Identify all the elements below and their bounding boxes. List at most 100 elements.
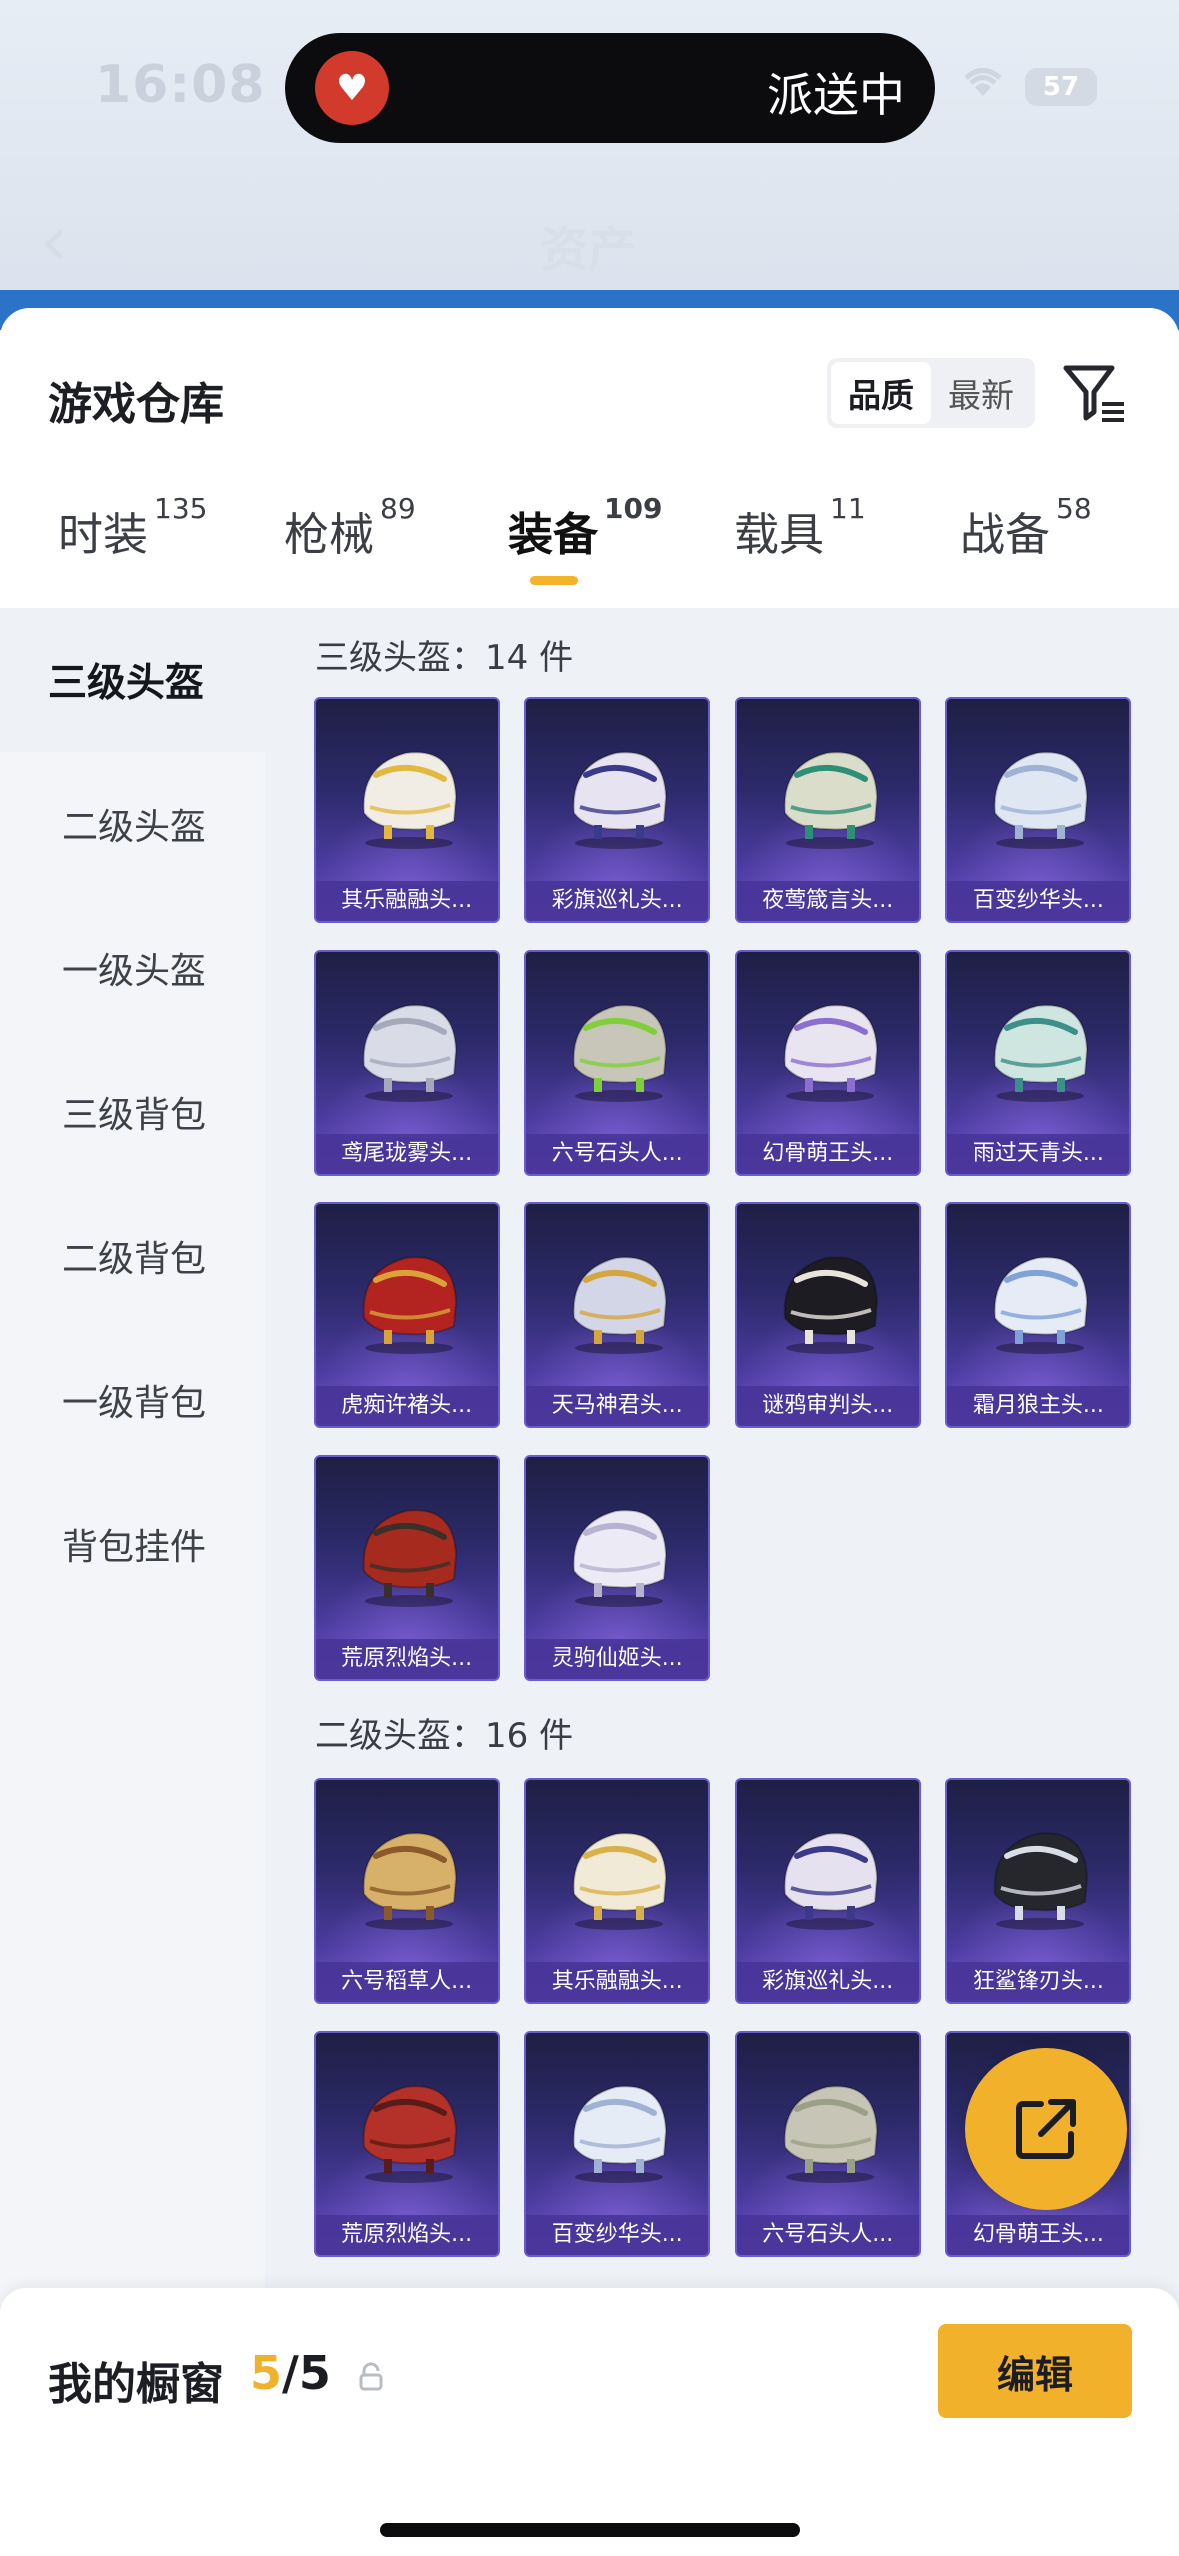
item-tile[interactable]: 六号石头人...	[524, 949, 711, 1176]
tab-label: 时装	[58, 508, 149, 561]
helmet-icon	[572, 1509, 668, 1608]
helmet-icon	[572, 1832, 668, 1930]
item-tile[interactable]: 荒原烈焰头...	[313, 2030, 500, 2257]
helmet-icon	[994, 751, 1089, 849]
item-tile[interactable]: 六号石头人...	[734, 2030, 921, 2257]
item-name: 虎痴许褚头...	[315, 1386, 498, 1427]
item-tile[interactable]: 其乐融融头...	[313, 697, 500, 923]
edit-button[interactable]: 编辑	[938, 2324, 1132, 2418]
helmet-icon	[994, 1832, 1089, 1930]
item-name: 谜鸦审判头...	[736, 1386, 919, 1427]
item-name: 六号石头人...	[526, 1133, 709, 1174]
tab-count: 11	[830, 492, 866, 525]
item-tile[interactable]: 百变纱华头...	[945, 697, 1132, 923]
item-name: 鸢尾珑雾头...	[315, 1133, 498, 1174]
item-tile[interactable]: 灵驹仙姬头...	[524, 1455, 711, 1682]
sort-quality-option[interactable]: 品质	[831, 362, 931, 424]
delivery-app-icon: ♥	[315, 51, 389, 125]
showcase-total: /5	[282, 2346, 331, 2400]
share-icon	[1016, 2099, 1076, 2159]
showcase-label: 我的橱窗	[48, 2359, 224, 2410]
helmet-icon	[994, 1004, 1089, 1102]
item-name: 幻骨萌王头...	[947, 2214, 1130, 2255]
sidebar-item-backpack-lv2[interactable]: 二级背包	[0, 1184, 265, 1328]
helmet-icon	[362, 2085, 457, 2183]
item-tile[interactable]: 荒原烈焰头...	[313, 1455, 500, 1682]
item-name: 狂鲨锋刃头...	[947, 1962, 1130, 2002]
tab-equipment[interactable]: 装备 109	[508, 492, 662, 585]
tab-label: 战备	[960, 508, 1051, 561]
sidebar-item-helmet-lv3[interactable]: 三级头盔	[0, 608, 265, 752]
sidebar-item-helmet-lv1[interactable]: 一级头盔	[0, 896, 265, 1040]
group-title-helmet-lv2: 二级头盔：16 件	[315, 1716, 574, 1756]
helmet-icon	[572, 1256, 668, 1355]
helmet-icon	[362, 1256, 457, 1355]
home-indicator	[380, 2523, 800, 2537]
item-tile[interactable]: 其乐融融头...	[524, 1778, 711, 2004]
helmet-icon	[362, 1004, 457, 1102]
tab-count: 109	[604, 492, 663, 525]
item-tile[interactable]: 天马神君头...	[524, 1202, 711, 1429]
item-name: 荒原烈焰头...	[315, 2214, 498, 2255]
item-tile[interactable]: 鸢尾珑雾头...	[313, 949, 500, 1176]
tab-count: 89	[380, 492, 416, 525]
sidebar-item-backpack-lv1[interactable]: 一级背包	[0, 1328, 265, 1472]
item-name: 彩旗巡礼头...	[736, 1962, 919, 2002]
item-name: 百变纱华头...	[526, 2214, 709, 2255]
helmet-icon	[994, 1256, 1089, 1355]
helmet-icon	[362, 1832, 457, 1930]
nav-title: 资产	[540, 222, 637, 278]
back-arrow-icon[interactable]: ‹	[40, 200, 68, 282]
tab-guns[interactable]: 枪械 89	[284, 492, 416, 563]
group-title-helmet-lv3: 三级头盔：14 件	[315, 638, 574, 678]
tab-vehicles[interactable]: 载具 11	[734, 492, 866, 563]
item-tile[interactable]: 六号稻草人...	[313, 1778, 500, 2004]
sidebar-item-backpack-charm[interactable]: 背包挂件	[0, 1472, 265, 1616]
item-name: 其乐融融头...	[315, 881, 498, 921]
item-tile[interactable]: 幻骨萌王头...	[734, 949, 921, 1176]
item-tile[interactable]: 彩旗巡礼头...	[524, 697, 711, 923]
filter-icon[interactable]	[1062, 360, 1128, 426]
lock-icon	[359, 2362, 383, 2391]
item-name: 六号石头人...	[736, 2214, 919, 2255]
showcase-bar: 我的橱窗 5/5 编辑	[0, 2288, 1179, 2556]
item-tile[interactable]: 雨过天青头...	[945, 949, 1132, 1176]
tab-count: 58	[1056, 492, 1092, 525]
warehouse-card: 游戏仓库 品质 最新 时装 135 枪械 89 装备 109 载具 11 战备 58 三级…	[0, 308, 1179, 2556]
item-tile[interactable]: 谜鸦审判头...	[734, 1202, 921, 1429]
item-name: 夜莺箴言头...	[736, 881, 919, 921]
tab-count: 135	[154, 492, 208, 525]
item-tile[interactable]: 霜月狼主头...	[945, 1202, 1132, 1429]
sidebar-item-helmet-lv2[interactable]: 二级头盔	[0, 752, 265, 896]
tab-fashion[interactable]: 时装 135	[58, 492, 207, 563]
item-tile[interactable]: 虎痴许褚头...	[313, 1202, 500, 1429]
helmet-icon	[783, 1832, 878, 1930]
helmet-icon	[783, 1004, 878, 1102]
wifi-icon	[960, 62, 1006, 108]
item-tile[interactable]: 夜莺箴言头...	[734, 697, 921, 923]
helmet-icon	[362, 1509, 457, 1608]
item-name: 其乐融融头...	[526, 1962, 709, 2002]
tab-supplies[interactable]: 战备 58	[960, 492, 1092, 563]
dynamic-island[interactable]: ♥ 派送中	[285, 33, 935, 143]
item-tile[interactable]: 彩旗巡礼头...	[734, 1778, 921, 2004]
item-name: 霜月狼主头...	[947, 1386, 1130, 1427]
item-tile[interactable]: 百变纱华头...	[524, 2030, 711, 2257]
item-name: 灵驹仙姬头...	[526, 1639, 709, 1680]
tab-label: 枪械	[284, 508, 375, 561]
item-name: 荒原烈焰头...	[315, 1639, 498, 1680]
tab-label: 装备	[508, 508, 599, 561]
item-name: 雨过天青头...	[947, 1133, 1130, 1174]
helmet-icon	[362, 751, 457, 849]
sort-newest-option[interactable]: 最新	[931, 362, 1031, 424]
showcase-count: 5/5	[250, 2346, 331, 2400]
item-tile[interactable]: 狂鲨锋刃头...	[945, 1778, 1132, 2004]
active-tab-underline	[530, 576, 578, 585]
sub-category-sidebar: 三级头盔 二级头盔 一级头盔 三级背包 二级背包 一级背包 背包挂件	[0, 608, 265, 2556]
sort-toggle: 品质 最新	[827, 358, 1035, 428]
share-button[interactable]	[965, 2048, 1127, 2210]
tab-label: 载具	[734, 508, 825, 561]
warehouse-header: 游戏仓库 品质 最新 时装 135 枪械 89 装备 109 载具 11 战备 58	[0, 308, 1179, 608]
showcase-current: 5	[250, 2346, 283, 2400]
sidebar-item-backpack-lv3[interactable]: 三级背包	[0, 1040, 265, 1184]
